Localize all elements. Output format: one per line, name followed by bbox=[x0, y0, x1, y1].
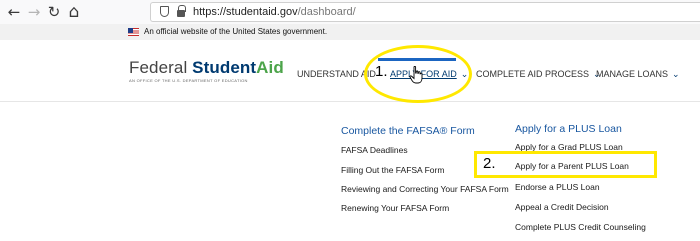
link-renewing-fafsa[interactable]: Renewing Your FAFSA Form bbox=[341, 203, 449, 213]
logo-tagline: An office of the U.S. Department of Educ… bbox=[129, 78, 248, 83]
link-reviewing-correcting-fafsa[interactable]: Reviewing and Correcting Your FAFSA Form bbox=[341, 184, 509, 194]
url-text[interactable]: https://studentaid.gov/dashboard/ bbox=[193, 6, 356, 18]
link-plus-credit-counseling[interactable]: Complete PLUS Credit Counseling bbox=[515, 222, 646, 232]
step2-highlight-box bbox=[474, 151, 657, 178]
step2-number: 2. bbox=[483, 155, 496, 172]
nav-manage-loans-label: MANAGE LOANS bbox=[596, 69, 669, 79]
hand-cursor-icon bbox=[409, 66, 423, 84]
site-logo[interactable]: Federal StudentAid An office of the U.S.… bbox=[129, 58, 284, 83]
official-banner-text: An official website of the United States… bbox=[144, 27, 328, 36]
link-filling-out-fafsa[interactable]: Filling Out the FAFSA Form bbox=[341, 165, 444, 175]
nav-complete-aid-process[interactable]: COMPLETE AID PROCESS ⌄ bbox=[476, 69, 601, 80]
chevron-down-icon: ⌄ bbox=[672, 69, 680, 79]
url-path: /dashboard/ bbox=[297, 6, 356, 18]
logo-aid: Aid bbox=[256, 58, 284, 77]
url-host: https://studentaid.gov bbox=[193, 6, 298, 18]
home-icon[interactable]: ⌂ bbox=[65, 3, 83, 21]
link-endorse-plus-loan[interactable]: Endorse a PLUS Loan bbox=[515, 182, 600, 192]
step1-number: 1. bbox=[375, 63, 388, 80]
us-flag-icon bbox=[128, 28, 139, 36]
address-bar[interactable]: https://studentaid.gov/dashboard/ bbox=[150, 2, 700, 22]
shield-icon[interactable] bbox=[160, 6, 169, 17]
browser-toolbar: ← → ↻ ⌂ https://studentaid.gov/dashboard… bbox=[0, 0, 700, 24]
reload-icon[interactable]: ↻ bbox=[45, 3, 63, 21]
lock-icon[interactable] bbox=[177, 5, 186, 17]
plus-loan-column-heading[interactable]: Apply for a PLUS Loan bbox=[515, 123, 622, 135]
logo-wordmark: Federal StudentAid bbox=[129, 58, 284, 77]
nav-manage-loans[interactable]: MANAGE LOANS ⌄ bbox=[596, 69, 680, 80]
site-header: Federal StudentAid An office of the U.S.… bbox=[0, 40, 700, 102]
fafsa-column-heading[interactable]: Complete the FAFSA® Form bbox=[341, 125, 475, 137]
logo-federal: Federal bbox=[129, 58, 193, 77]
official-gov-banner: An official website of the United States… bbox=[0, 24, 700, 40]
nav-complete-aid-process-label: COMPLETE AID PROCESS bbox=[476, 69, 590, 79]
link-fafsa-deadlines[interactable]: FAFSA Deadlines bbox=[341, 145, 408, 155]
forward-arrow-icon[interactable]: → bbox=[25, 3, 43, 21]
logo-student: Student bbox=[192, 58, 257, 77]
link-appeal-credit-decision[interactable]: Appeal a Credit Decision bbox=[515, 202, 609, 212]
back-arrow-icon[interactable]: ← bbox=[5, 3, 23, 21]
